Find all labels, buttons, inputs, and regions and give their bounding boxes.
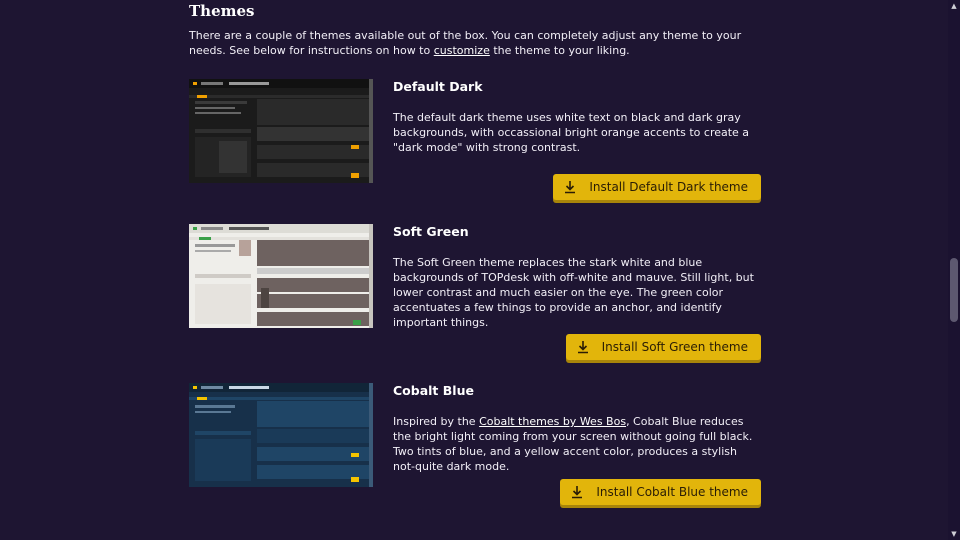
theme-description: The default dark theme uses white text o… <box>393 111 750 154</box>
theme-cobalt-blue: Cobalt Blue Inspired by the Cobalt theme… <box>189 383 761 513</box>
theme-preview-image <box>189 224 373 328</box>
scrollbar-thumb[interactable] <box>950 258 958 322</box>
theme-description: Inspired by the Cobalt themes by Wes Bos… <box>393 414 761 474</box>
download-icon <box>570 485 584 499</box>
theme-description: The Soft Green theme replaces the stark … <box>393 256 754 329</box>
vertical-scrollbar[interactable]: ▲ ▼ <box>948 0 960 540</box>
description-text-before: Inspired by the <box>393 415 480 428</box>
install-soft-green-button[interactable]: Install Soft Green theme <box>565 334 761 360</box>
intro-text-after: the theme to your liking. <box>489 44 630 57</box>
intro-paragraph: There are a couple of themes available o… <box>189 28 769 58</box>
theme-soft-green: Soft Green The Soft Green theme replaces… <box>189 224 761 360</box>
install-default-dark-button[interactable]: Install Default Dark theme <box>553 174 761 200</box>
scroll-up-icon[interactable]: ▲ <box>950 2 958 10</box>
theme-preview-image <box>189 79 373 183</box>
button-label: Install Cobalt Blue theme <box>596 485 748 499</box>
section-heading: Themes <box>189 2 255 20</box>
download-icon <box>576 340 590 354</box>
install-cobalt-blue-button[interactable]: Install Cobalt Blue theme <box>560 479 761 505</box>
theme-title: Default Dark <box>393 79 483 94</box>
customize-link[interactable]: customize <box>434 44 490 57</box>
theme-title: Cobalt Blue <box>393 383 474 398</box>
button-label: Install Soft Green theme <box>601 340 748 354</box>
theme-default-dark: Default Dark The default dark theme uses… <box>189 79 761 209</box>
button-label: Install Default Dark theme <box>589 180 748 194</box>
download-icon <box>563 180 577 194</box>
theme-preview-image <box>189 383 373 487</box>
scroll-down-icon[interactable]: ▼ <box>950 530 958 538</box>
theme-title: Soft Green <box>393 224 469 239</box>
cobalt-themes-link[interactable]: Cobalt themes by Wes Bos <box>479 415 626 428</box>
